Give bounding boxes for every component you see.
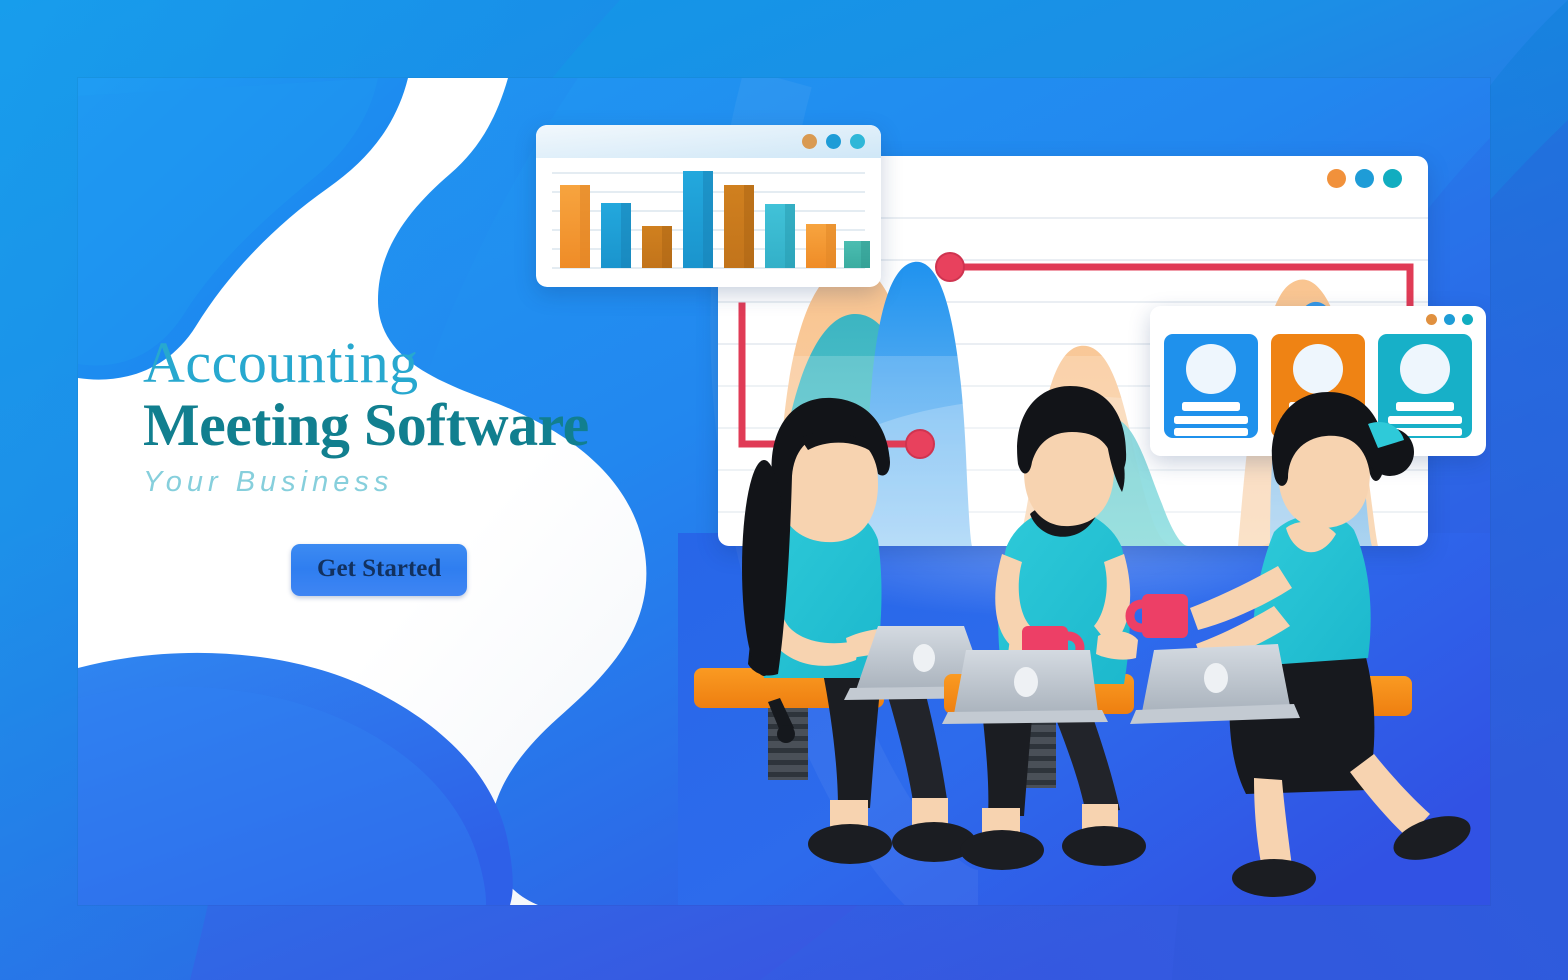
person-right-laptop	[1130, 644, 1300, 724]
person-center-shoe-back	[960, 830, 1044, 870]
person-right-shoe-back	[1232, 859, 1316, 897]
person-right-mug	[1125, 594, 1188, 638]
hero-eyebrow: Accounting	[143, 330, 419, 395]
page-title: Meeting Software	[143, 392, 589, 459]
get-started-button[interactable]: Get Started	[291, 544, 468, 597]
person-left-shoe-back	[808, 824, 892, 864]
person-center	[942, 386, 1146, 870]
hero-copy: Accounting Meeting Software Your Busines…	[143, 330, 743, 597]
person-center-laptop	[942, 650, 1108, 724]
landing-card: Accounting Meeting Software Your Busines…	[78, 78, 1490, 905]
person-center-shoe-front	[1062, 826, 1146, 866]
person-right	[1125, 392, 1471, 897]
hero-subhead: Your Business	[143, 466, 394, 499]
